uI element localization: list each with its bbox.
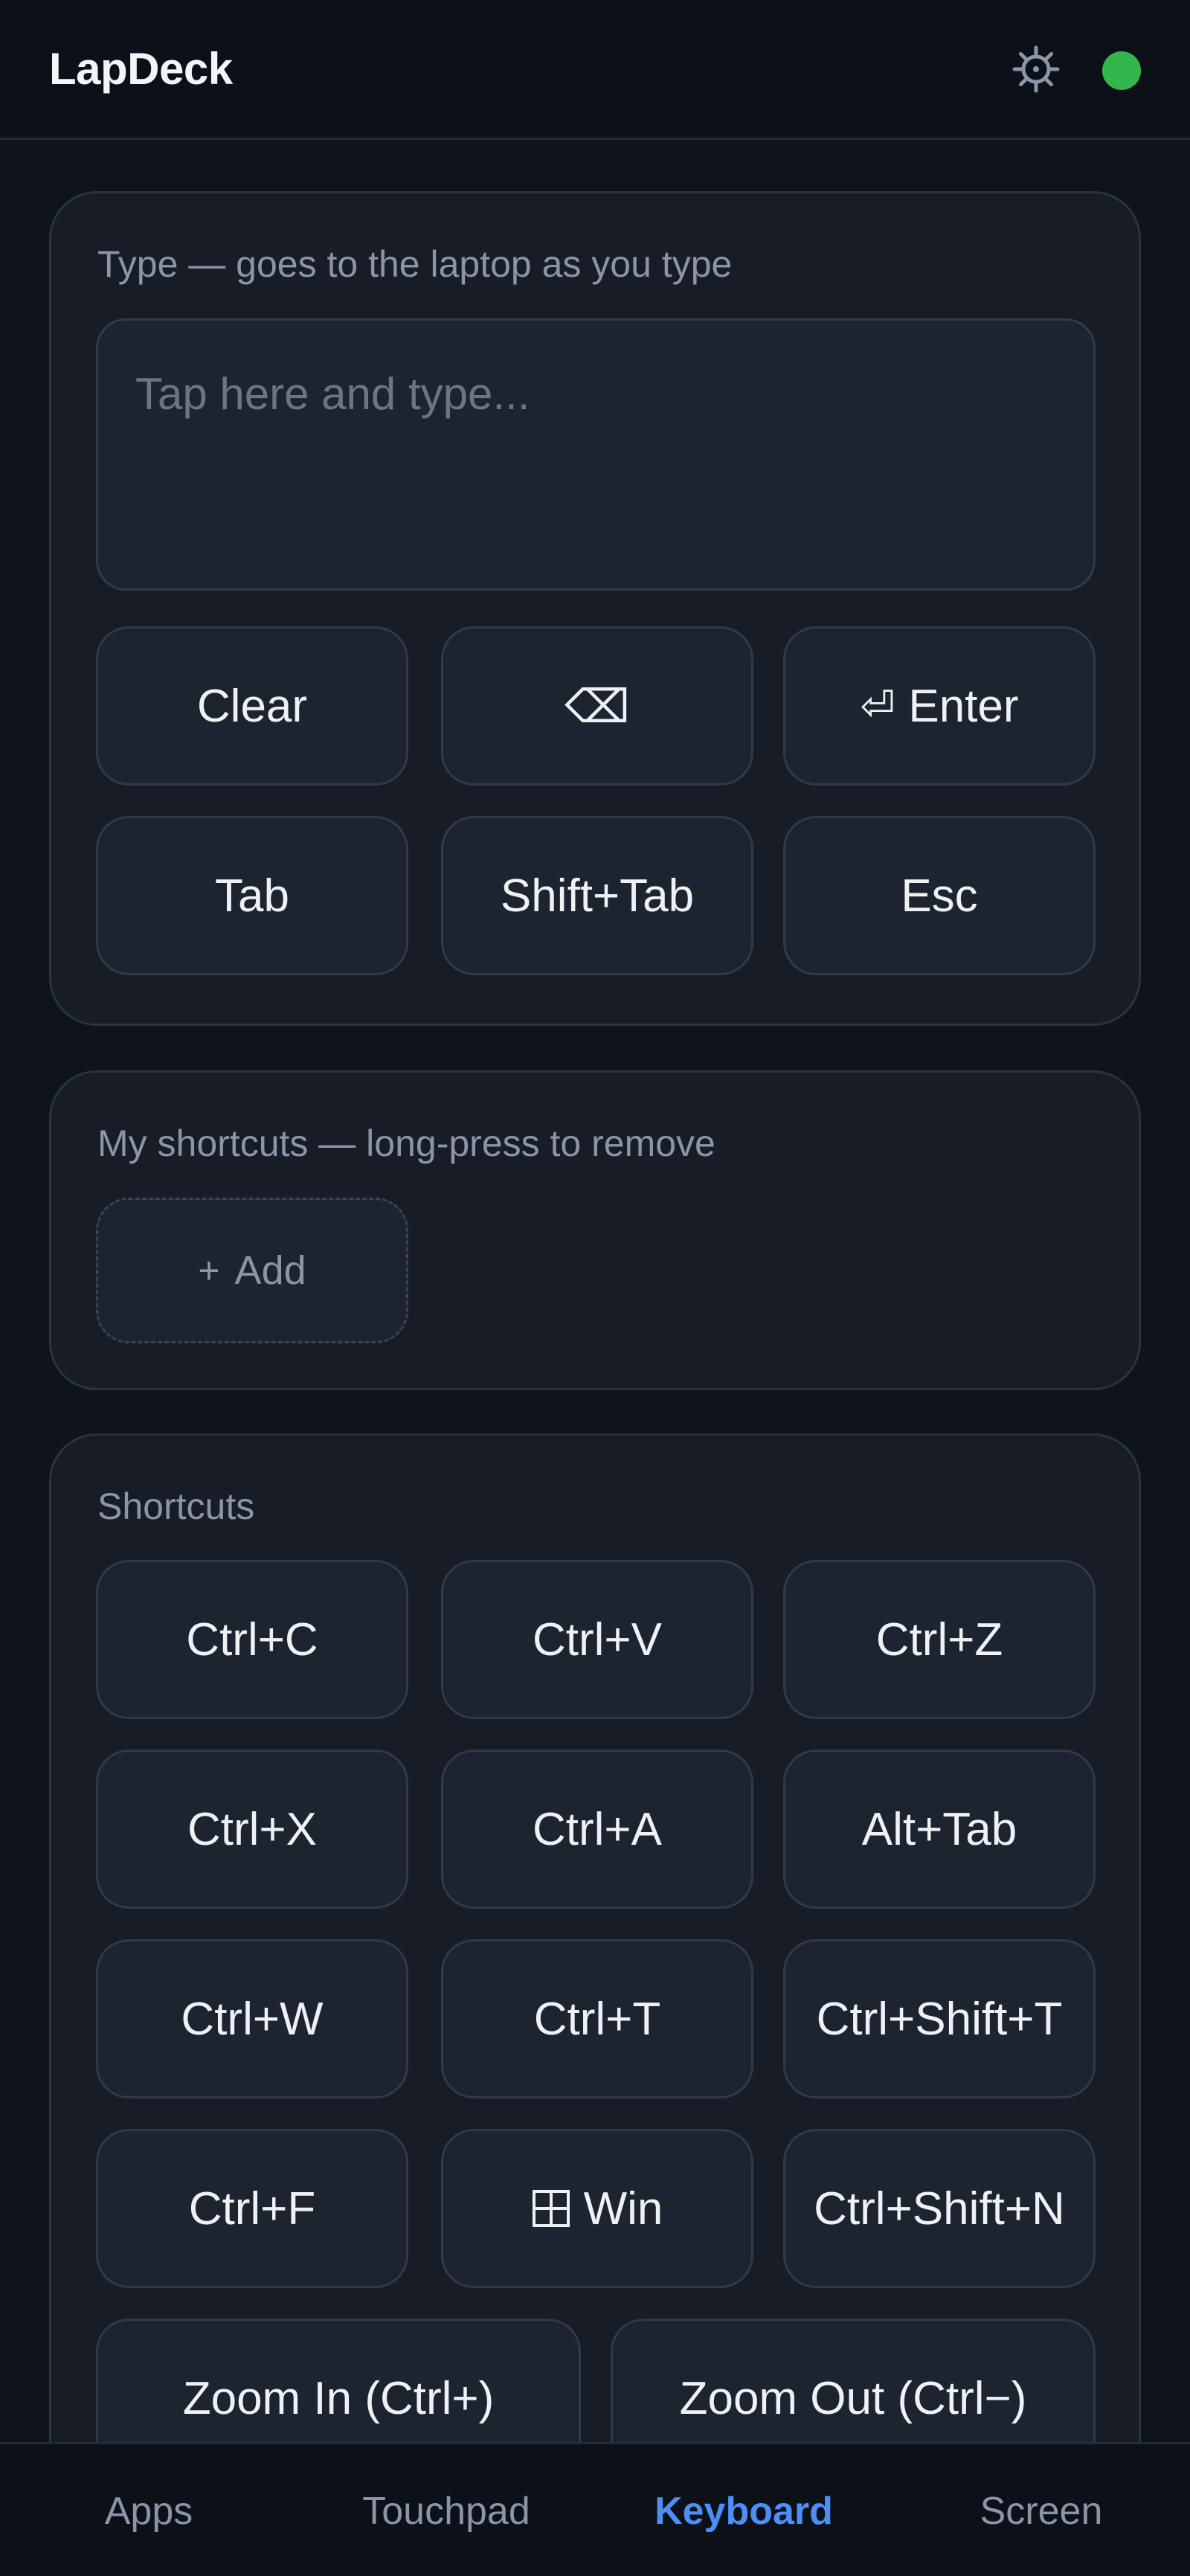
tab-button[interactable]: Tab — [96, 816, 408, 975]
shortcut-label: Ctrl+Z — [875, 1613, 1003, 1666]
zoom-in-label: Zoom In (Ctrl+) — [182, 2372, 495, 2424]
connection-status-indicator — [1102, 51, 1141, 90]
plus-icon: + — [198, 1250, 220, 1291]
tab-label: Apps — [104, 2490, 193, 2533]
shortcut-ctrl-t-button[interactable]: Ctrl+T — [441, 1939, 753, 2098]
tab-screen[interactable]: Screen — [892, 2444, 1190, 2576]
my-shortcuts-caption: My shortcuts — long-press to remove — [97, 1122, 715, 1164]
zoom-out-button[interactable]: Zoom Out (Ctrl−) — [611, 2319, 1096, 2442]
shortcut-label: Win — [583, 2182, 663, 2235]
tab-label: Touchpad — [362, 2490, 530, 2533]
zoom-out-label: Zoom Out (Ctrl−) — [679, 2372, 1027, 2424]
tab-apps[interactable]: Apps — [0, 2444, 298, 2576]
type-card: Type — goes to the laptop as you type Cl… — [49, 191, 1141, 1026]
shortcut-label: Alt+Tab — [861, 1803, 1017, 1855]
shortcut-label: Ctrl+C — [186, 1613, 318, 1666]
type-card-caption: Type — goes to the laptop as you type — [97, 243, 733, 285]
shortcuts-card: Shortcuts Ctrl+C Ctrl+V Ctrl+Z Ctrl+X Ct… — [49, 1433, 1141, 2442]
tab-label: Tab — [215, 870, 289, 922]
shortcut-label: Ctrl+W — [181, 1993, 324, 2045]
shortcut-ctrl-a-button[interactable]: Ctrl+A — [441, 1750, 753, 1909]
type-input[interactable] — [96, 318, 1096, 591]
shortcut-ctrl-f-button[interactable]: Ctrl+F — [96, 2129, 408, 2288]
add-shortcut-label: Add — [234, 1248, 306, 1293]
app-root: LapDeck Type — goes to the laptop as you… — [0, 0, 1190, 2576]
clear-button[interactable]: Clear — [96, 626, 408, 786]
tab-label: Keyboard — [654, 2490, 833, 2533]
shortcut-label: Ctrl+X — [187, 1803, 317, 1855]
zoom-in-button[interactable]: Zoom In (Ctrl+) — [96, 2319, 581, 2442]
shift-tab-button[interactable]: Shift+Tab — [441, 816, 753, 975]
shortcut-ctrl-v-button[interactable]: Ctrl+V — [441, 1560, 753, 1719]
shift-tab-label: Shift+Tab — [500, 870, 695, 922]
esc-button[interactable]: Esc — [783, 816, 1096, 975]
shortcut-label: Ctrl+Shift+T — [816, 1993, 1063, 2045]
clear-label: Clear — [196, 680, 308, 732]
bottom-nav: Apps Touchpad Keyboard Screen — [0, 2442, 1190, 2576]
windows-icon — [532, 2190, 570, 2227]
shortcut-label: Ctrl+Shift+N — [814, 2182, 1065, 2235]
shortcut-ctrl-shift-n-button[interactable]: Ctrl+Shift+N — [783, 2129, 1096, 2288]
top-bar: LapDeck — [0, 0, 1190, 140]
my-shortcuts-card: My shortcuts — long-press to remove + Ad… — [49, 1070, 1141, 1390]
app-title: LapDeck — [49, 44, 233, 94]
shortcut-alt-tab-button[interactable]: Alt+Tab — [783, 1750, 1096, 1909]
backspace-button[interactable]: ⌫ — [441, 626, 753, 786]
shortcut-label: Ctrl+T — [533, 1993, 661, 2045]
shortcuts-caption: Shortcuts — [97, 1485, 255, 1527]
shortcut-label: Ctrl+F — [188, 2182, 316, 2235]
shortcut-ctrl-z-button[interactable]: Ctrl+Z — [783, 1560, 1096, 1719]
shortcut-win-button[interactable]: Win — [441, 2129, 753, 2288]
enter-icon: ⏎ — [860, 682, 895, 729]
shortcut-label: Ctrl+A — [533, 1803, 662, 1855]
backspace-icon: ⌫ — [565, 681, 630, 733]
esc-label: Esc — [901, 870, 978, 922]
shortcut-ctrl-c-button[interactable]: Ctrl+C — [96, 1560, 408, 1719]
shortcut-ctrl-shift-t-button[interactable]: Ctrl+Shift+T — [783, 1939, 1096, 2098]
gear-icon[interactable] — [1010, 43, 1062, 95]
shortcut-ctrl-w-button[interactable]: Ctrl+W — [96, 1939, 408, 2098]
tab-keyboard[interactable]: Keyboard — [595, 2444, 892, 2576]
main-content: Type — goes to the laptop as you type Cl… — [0, 142, 1190, 2442]
shortcut-label: Ctrl+V — [533, 1613, 662, 1666]
shortcut-ctrl-x-button[interactable]: Ctrl+X — [96, 1750, 408, 1909]
tab-label: Screen — [980, 2490, 1103, 2533]
enter-button[interactable]: ⏎ Enter — [783, 626, 1096, 786]
tab-touchpad[interactable]: Touchpad — [298, 2444, 595, 2576]
add-shortcut-button[interactable]: + Add — [96, 1198, 408, 1343]
enter-label: Enter — [908, 680, 1019, 732]
